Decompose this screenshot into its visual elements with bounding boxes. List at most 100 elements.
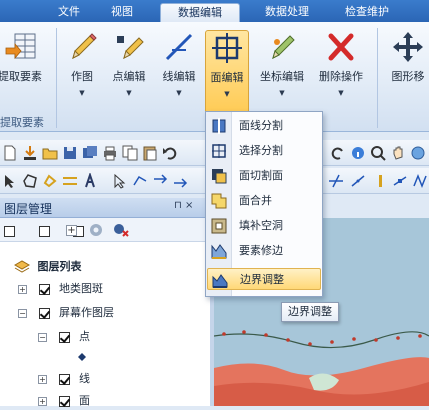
polygon-edit-button[interactable]: 面编辑 ▼ (205, 30, 249, 114)
layer-row[interactable]: + 线 (38, 370, 90, 388)
layer-row[interactable]: − 点 (38, 328, 90, 346)
node-edit-icon[interactable] (392, 173, 408, 189)
layer-label: 屏幕作图层 (59, 306, 114, 319)
import-icon[interactable] (22, 145, 38, 161)
layer-visibility-checkbox[interactable] (58, 395, 70, 407)
save-icon[interactable] (62, 145, 78, 161)
redo-icon[interactable] (330, 145, 346, 161)
layer-tree: 图层列表 + 地类图斑 − 屏幕作图层 − 点 + 线 + 面 (0, 242, 210, 407)
layer-label: 地类图斑 (59, 282, 103, 295)
route-icon[interactable] (132, 173, 148, 189)
delete-operation-dropdown-arrow[interactable]: ▼ (313, 89, 369, 97)
copy-icon[interactable] (122, 145, 138, 161)
extract-features-label: 提取要素 (0, 70, 42, 83)
menu-item-boundary-adjust[interactable]: 边界调整 (207, 268, 321, 290)
point-symbol-icon (78, 353, 86, 361)
uncheck-all-icon[interactable] (38, 225, 50, 237)
menu-item-label: 面线分割 (239, 119, 283, 132)
extend-line-icon[interactable] (172, 173, 188, 189)
expander-plus-icon[interactable]: + (38, 374, 47, 384)
layer-visibility-checkbox[interactable] (38, 307, 50, 319)
layer-panel-header: 图层管理 ⊓ × (0, 198, 210, 218)
lines-select-icon[interactable] (62, 173, 78, 189)
lasso-icon[interactable] (42, 173, 58, 189)
cross-line-icon[interactable] (328, 173, 344, 189)
menu-item-fill-hole[interactable]: 填补空洞 (207, 215, 321, 237)
expander-plus-icon[interactable]: + (38, 396, 47, 406)
layer-row[interactable]: + 面 (38, 392, 90, 410)
full-extent-icon[interactable] (410, 145, 426, 161)
point-edit-button[interactable]: 点编辑 ▼ (106, 30, 152, 118)
menu-item-label: 边界调整 (240, 273, 284, 286)
layer-label: 点 (79, 330, 90, 343)
expander-minus-icon[interactable]: − (18, 308, 27, 318)
group-separator (56, 28, 57, 128)
vertex-select-icon[interactable] (112, 173, 128, 189)
polygon-edit-dropdown-arrow[interactable]: ▼ (206, 90, 248, 98)
zoom-icon[interactable] (370, 145, 386, 161)
expand-all-icon[interactable]: + (66, 225, 77, 236)
continue-line-icon[interactable] (152, 173, 168, 189)
layer-visibility-checkbox[interactable] (58, 331, 70, 343)
polygon-select-icon[interactable] (22, 173, 38, 189)
split-by-line-icon (212, 118, 226, 134)
extract-features-button[interactable]: 提取要素 (0, 30, 50, 118)
layer-label: 面 (79, 394, 90, 407)
reshape-icon[interactable] (412, 173, 428, 189)
open-folder-icon[interactable] (42, 145, 58, 161)
tab-data-edit[interactable]: 数据编辑 (160, 3, 240, 22)
tab-view[interactable]: 视图 (96, 3, 148, 22)
layer-visibility-checkbox[interactable] (38, 283, 50, 295)
save-all-icon[interactable] (82, 145, 98, 161)
point-symbol (78, 348, 86, 366)
tab-file[interactable]: 文件 (44, 3, 94, 22)
remove-layer-icon[interactable] (112, 222, 130, 238)
vertical-bar-icon[interactable] (372, 173, 388, 189)
point-edit-label: 点编辑 (112, 70, 146, 83)
expander-plus-icon[interactable]: + (18, 284, 27, 294)
expander-minus-icon[interactable]: − (38, 332, 47, 342)
layer-row[interactable]: + 地类图斑 (18, 280, 103, 298)
undo-icon[interactable] (162, 145, 178, 161)
move-shape-label: 图形移 (391, 70, 425, 83)
menu-item-select-split[interactable]: 选择分割 (207, 140, 321, 162)
delete-operation-button[interactable]: 删除操作 ▼ (313, 30, 369, 118)
line-edit-dropdown-arrow[interactable]: ▼ (156, 89, 202, 97)
text-annotation-icon[interactable] (82, 173, 98, 189)
panel-pin-close-icon[interactable]: ⊓ × (174, 200, 193, 211)
menu-item-label: 面切割面 (239, 169, 283, 182)
menu-item-feature-trim[interactable]: 要素修边 (207, 240, 321, 262)
select-arrow-icon[interactable] (2, 173, 18, 189)
draw-dropdown-arrow[interactable]: ▼ (62, 89, 102, 97)
pencil-icon (72, 33, 97, 59)
line-edit-button[interactable]: 线编辑 ▼ (156, 30, 202, 118)
slash-line-icon[interactable] (350, 173, 366, 189)
layer-tree-root[interactable]: 图层列表 (13, 258, 82, 276)
menu-item-polygon-cut[interactable]: 面切割面 (207, 165, 321, 187)
new-file-icon[interactable] (2, 145, 18, 161)
draw-label: 作图 (71, 70, 93, 83)
layer-visibility-checkbox[interactable] (58, 373, 70, 385)
menu-item-split-by-line[interactable]: 面线分割 (207, 115, 321, 137)
pan-icon[interactable] (390, 145, 406, 161)
layer-label: 线 (79, 372, 90, 385)
layer-properties-icon[interactable] (88, 222, 104, 238)
check-all-icon[interactable] (4, 225, 15, 237)
coordinate-edit-dropdown-arrow[interactable]: ▼ (254, 89, 310, 97)
layer-row[interactable]: − 屏幕作图层 (18, 304, 114, 322)
polygon-edit-icon (212, 33, 242, 63)
print-icon[interactable] (102, 145, 118, 161)
coordinate-edit-button[interactable]: 坐标编辑 ▼ (254, 30, 310, 118)
move-shape-button[interactable]: 图形移 (383, 30, 429, 118)
identify-icon[interactable] (350, 145, 366, 161)
tab-check-maintain[interactable]: 检查维护 (330, 3, 404, 22)
polygon-edit-label: 面编辑 (210, 71, 244, 84)
point-edit-dropdown-arrow[interactable]: ▼ (106, 89, 152, 97)
layers-stack-icon (13, 260, 31, 273)
menu-item-polygon-merge[interactable]: 面合并 (207, 190, 321, 212)
delete-operation-label: 删除操作 (319, 70, 363, 83)
menu-item-label: 选择分割 (239, 144, 283, 157)
draw-button[interactable]: 作图 ▼ (62, 30, 102, 118)
paste-icon[interactable] (142, 145, 158, 161)
tab-data-process[interactable]: 数据处理 (250, 3, 324, 22)
